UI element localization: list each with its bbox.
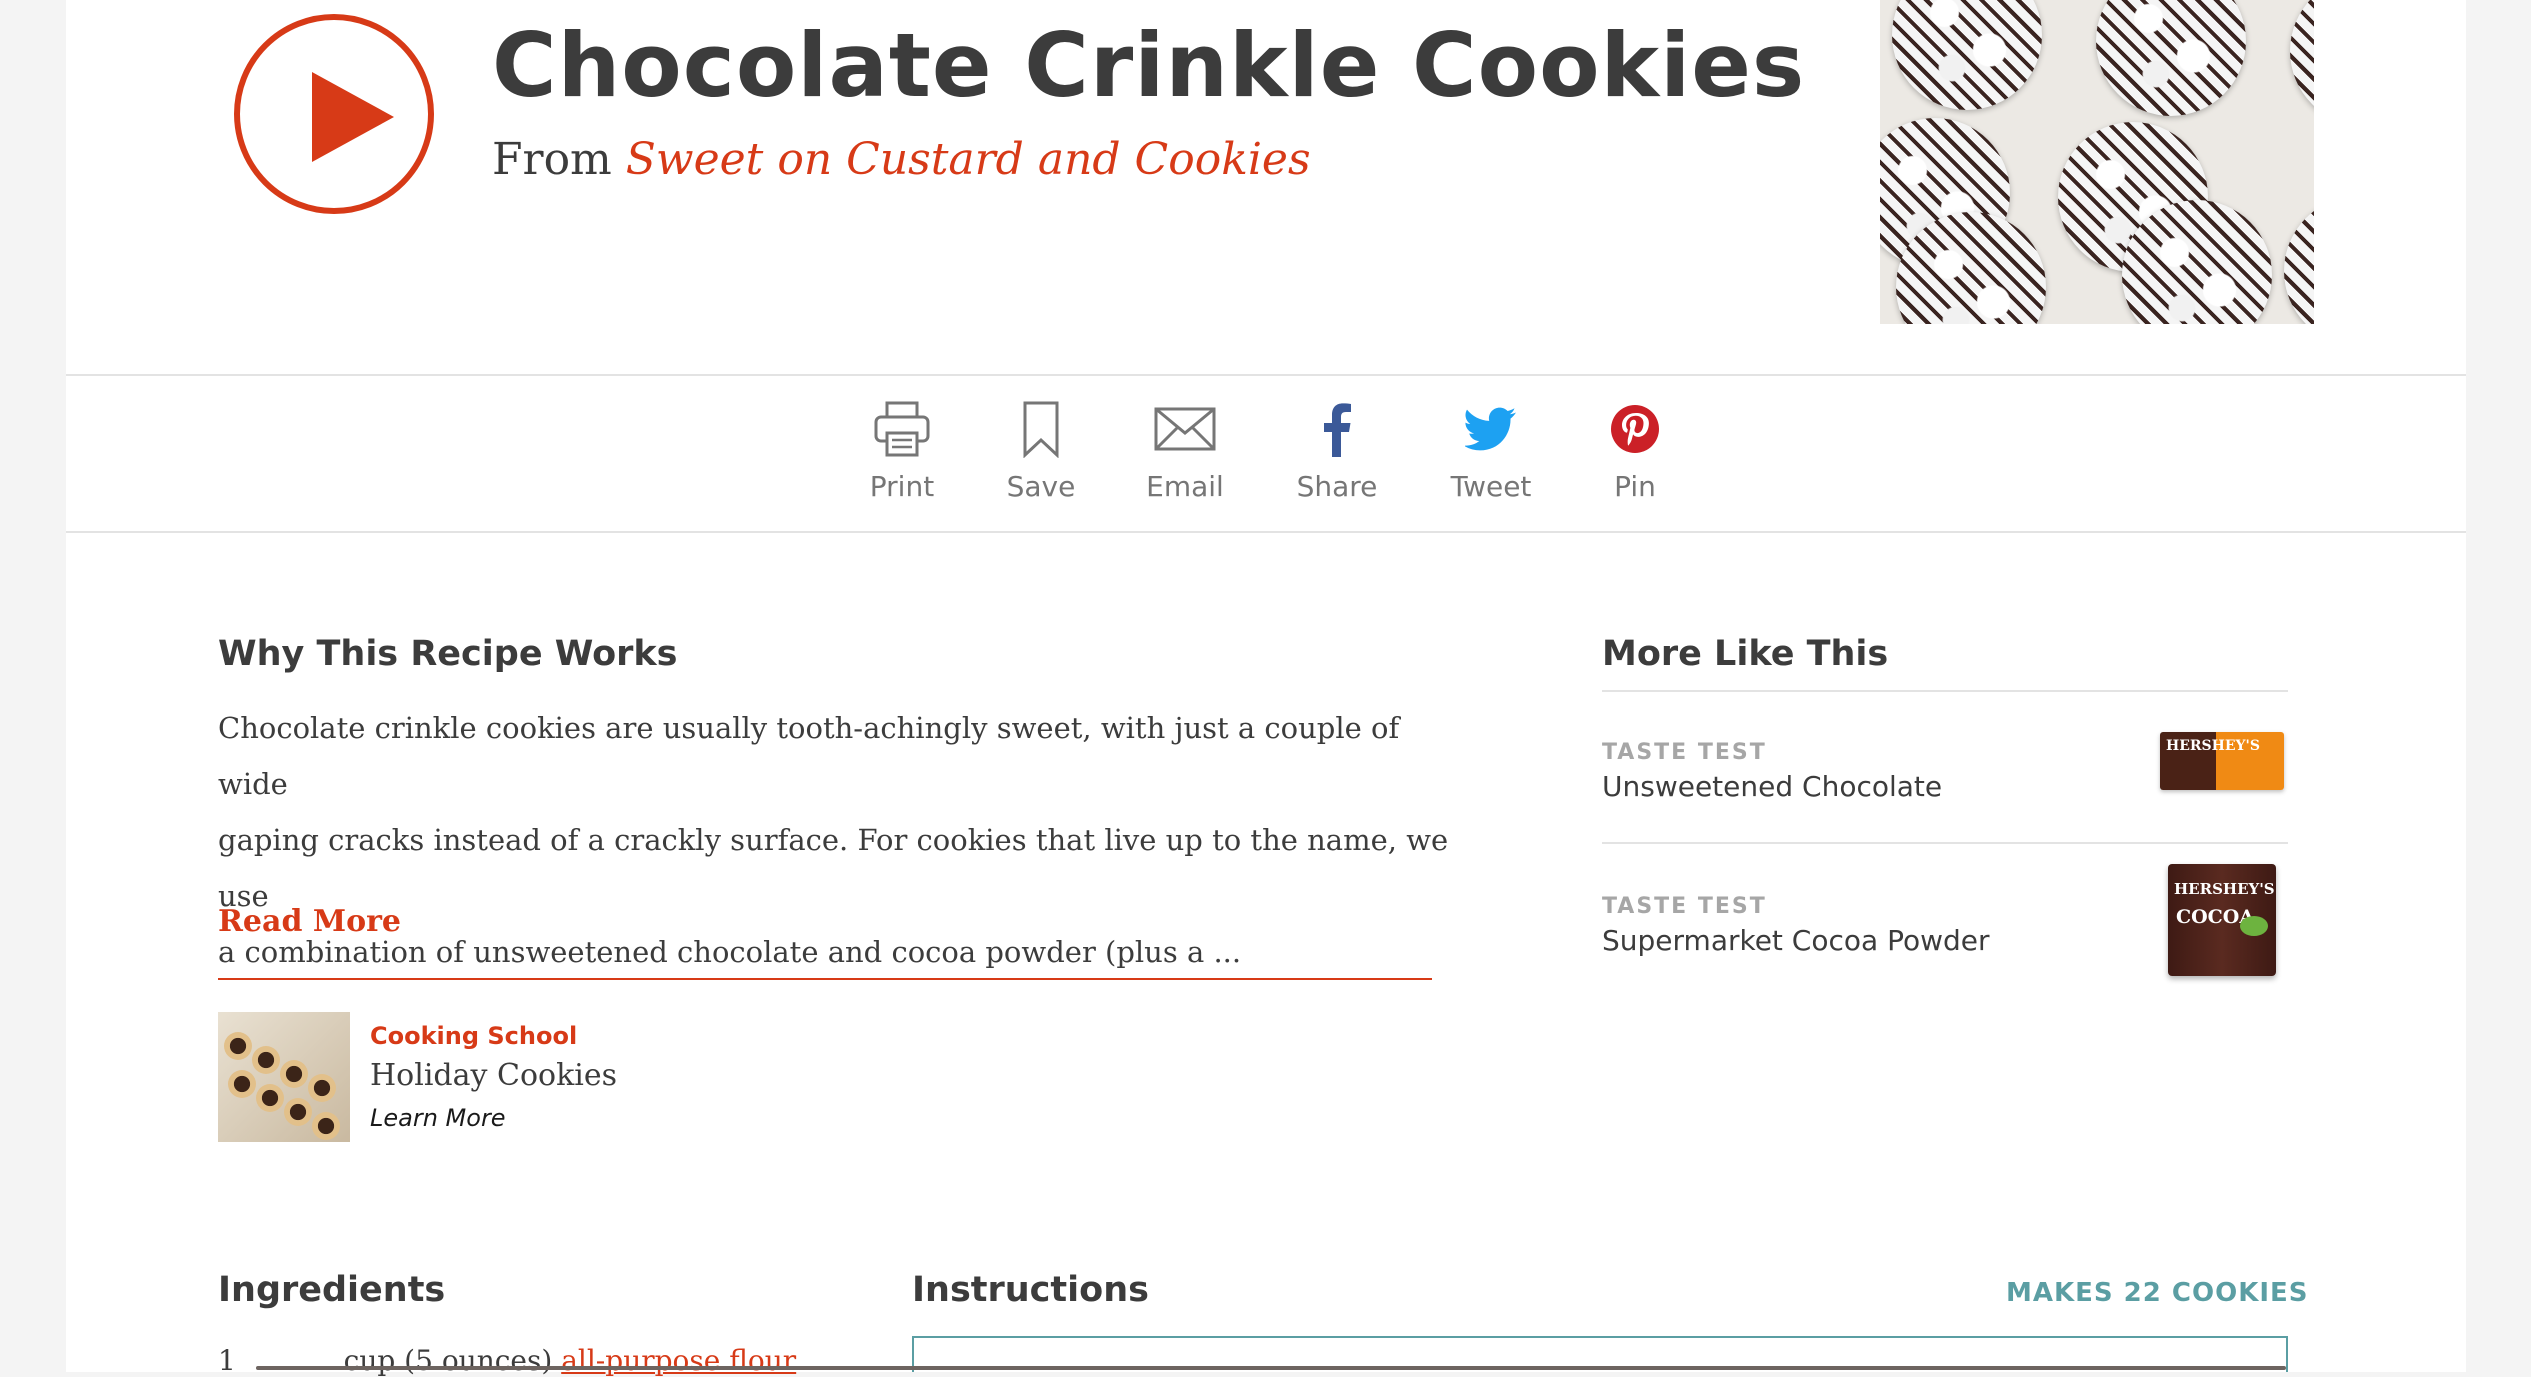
tweet-label: Tweet: [1450, 470, 1532, 503]
share-label: Share: [1296, 470, 1378, 503]
why-heading: Why This Recipe Works: [218, 634, 678, 674]
item-kicker: TASTE TEST: [1602, 894, 1767, 919]
source-link[interactable]: Sweet on Custard and Cookies: [626, 134, 1311, 185]
tweet-button[interactable]: Tweet: [1431, 398, 1551, 503]
pinterest-icon: [1575, 398, 1695, 460]
print-label: Print: [869, 470, 935, 503]
ingredients-heading: Ingredients: [218, 1270, 446, 1310]
printer-icon: [842, 398, 962, 460]
save-label: Save: [1006, 470, 1076, 503]
recipe-hero-image: [1880, 0, 2314, 324]
bookmark-icon: [981, 398, 1101, 460]
item-brand: HERSHEY'S: [2174, 880, 2275, 898]
more-like-this-item[interactable]: TASTE TEST Unsweetened Chocolate HERSHEY…: [1602, 690, 2288, 842]
email-button[interactable]: Email: [1125, 398, 1245, 503]
play-icon: [312, 72, 394, 162]
recipe-source: From Sweet on Custard and Cookies: [492, 134, 1311, 185]
item-brand: HERSHEY'S: [2166, 738, 2260, 754]
cooking-school-kicker[interactable]: Cooking School: [370, 1022, 577, 1050]
ingredient-unit: cup (5 ounces): [343, 1344, 553, 1377]
cocoa-can-thumbnail: HERSHEY'S COCOA: [2168, 864, 2276, 976]
share-bar-bottom-rule: [66, 531, 2466, 533]
envelope-icon: [1125, 398, 1245, 460]
recipe-title: Chocolate Crinkle Cookies: [492, 14, 1806, 117]
ingredient-link[interactable]: all-purpose flour: [561, 1344, 796, 1377]
why-description: Chocolate crinkle cookies are usually to…: [218, 700, 1458, 980]
read-more-link[interactable]: Read More: [218, 904, 401, 939]
cooking-school-title[interactable]: Holiday Cookies: [370, 1058, 617, 1093]
print-button[interactable]: Print: [842, 398, 962, 503]
item-kicker: TASTE TEST: [1602, 740, 1767, 765]
why-divider: [218, 978, 1432, 980]
play-video-button[interactable]: [234, 14, 434, 214]
why-line: a combination of unsweetened chocolate a…: [218, 935, 1242, 969]
why-line: gaping cracks instead of a crackly surfa…: [218, 823, 1449, 913]
save-button[interactable]: Save: [981, 398, 1101, 503]
email-label: Email: [1146, 470, 1224, 503]
more-like-this-heading: More Like This: [1602, 634, 1889, 674]
why-line: Chocolate crinkle cookies are usually to…: [218, 711, 1400, 801]
source-prefix: From: [492, 134, 612, 185]
recipe-yield: MAKES 22 COOKIES: [2006, 1278, 2309, 1308]
pin-label: Pin: [1614, 470, 1656, 503]
recipe-page: Chocolate Crinkle Cookies From Sweet on …: [66, 0, 2466, 1377]
instructions-heading: Instructions: [912, 1270, 1149, 1310]
learn-more-link[interactable]: Learn More: [370, 1104, 506, 1132]
pin-button[interactable]: Pin: [1575, 398, 1695, 503]
twitter-icon: [1431, 398, 1551, 460]
item-title: Supermarket Cocoa Powder: [1602, 924, 1990, 957]
share-button[interactable]: Share: [1277, 398, 1397, 503]
share-bar: Print Save Email Share Tweet Pin: [66, 376, 2466, 532]
ingredient-row: 1 cup (5 ounces) all-purpose flour: [218, 1344, 796, 1377]
ingredient-qty: 1: [218, 1344, 236, 1377]
more-like-this-item[interactable]: TASTE TEST Supermarket Cocoa Powder HERS…: [1602, 844, 2288, 996]
item-title: Unsweetened Chocolate: [1602, 770, 1943, 803]
chocolate-bar-thumbnail: HERSHEY'S: [2160, 732, 2284, 790]
sticky-bar-edge: [256, 1366, 2286, 1370]
facebook-icon: [1277, 398, 1397, 460]
holiday-cookies-thumbnail[interactable]: [218, 1012, 350, 1142]
